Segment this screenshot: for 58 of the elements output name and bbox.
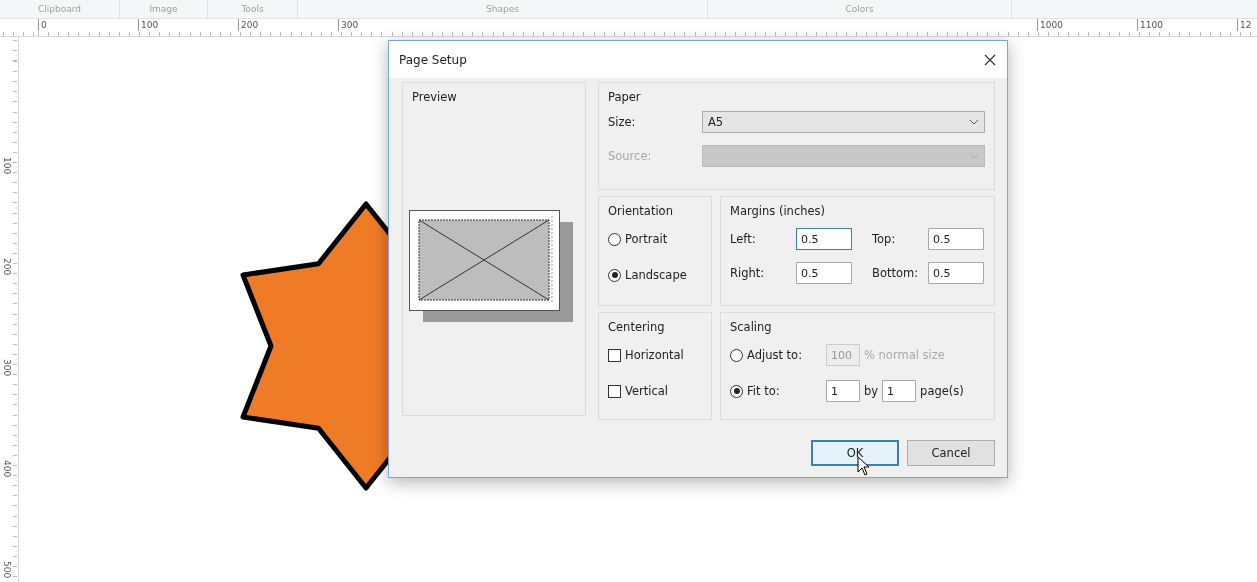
field-label: Source: [608, 149, 652, 163]
pointer-cursor-icon [857, 456, 871, 476]
checkbox[interactable] [608, 384, 621, 398]
ribbon-group-label: Clipboard [0, 0, 120, 18]
field-label: Bottom: [872, 266, 920, 280]
ruler-label: 300 [338, 19, 438, 31]
radio-button[interactable] [730, 384, 743, 398]
group-label: Orientation [608, 204, 673, 218]
radio-button[interactable] [608, 232, 621, 246]
field-label: Top: [872, 232, 897, 246]
radio-button[interactable] [730, 348, 743, 362]
ruler-label: 400 [2, 460, 12, 478]
cancel-button[interactable]: Cancel [907, 440, 995, 466]
ok-button[interactable]: OK [811, 440, 899, 466]
ruler-label: 500 [2, 561, 12, 579]
ruler-label: 100 [138, 19, 238, 31]
radio-label[interactable]: Portrait [625, 232, 668, 246]
field-label: Right: [730, 266, 766, 280]
field-label: Left: [730, 232, 757, 246]
unit-label: % normal size [864, 348, 945, 362]
ruler-label: 200 [238, 19, 338, 31]
chevron-down-icon [969, 153, 979, 159]
ruler-label: 300 [2, 359, 12, 377]
margin-input-field[interactable]: 0.5 [928, 228, 984, 250]
size-dropdown[interactable]: A5 [702, 111, 985, 133]
group-label: Margins (inches) [730, 204, 826, 218]
group-label: Paper [608, 90, 641, 104]
ruler-label: 100 [2, 157, 12, 175]
margin-input-field[interactable]: 0.5 [928, 262, 984, 284]
ribbon-group-label: Colors [708, 0, 1012, 18]
radio-label[interactable]: Fit to: [747, 384, 780, 398]
radio-label[interactable]: Adjust to: [747, 348, 803, 362]
ruler-label: 1000 [1037, 19, 1137, 31]
scaling-input-field[interactable]: 1 [882, 380, 917, 402]
group-label: Preview [412, 90, 458, 104]
ribbon-group-label: Image [120, 0, 208, 18]
ruler-label: 0 [38, 19, 138, 31]
unit-label: page(s) [920, 384, 964, 398]
margin-input-field[interactable]: 0.5 [796, 228, 852, 250]
close-icon [984, 53, 996, 66]
scaling-input-field[interactable]: 1 [826, 380, 860, 402]
radio-label[interactable]: Landscape [625, 268, 687, 282]
ruler-label: 1100 [1137, 19, 1237, 31]
group-label: Centering [608, 320, 665, 334]
group-label: Scaling [730, 320, 772, 334]
ribbon-group-label: Tools [208, 0, 298, 18]
radio-button[interactable] [608, 268, 621, 282]
chevron-down-icon [969, 119, 979, 125]
checkbox[interactable] [608, 348, 621, 362]
checkbox-label[interactable]: Horizontal [625, 348, 684, 362]
field-label: Size: [608, 115, 636, 129]
ruler-label: 12 [1237, 19, 1252, 31]
ruler-label: 200 [2, 258, 12, 276]
margin-input-field[interactable]: 0.5 [796, 262, 852, 284]
ribbon-group-label: Shapes [298, 0, 708, 18]
field-label: by [864, 384, 879, 398]
dialog-title: Page Setup [399, 52, 467, 67]
checkbox-label[interactable]: Vertical [625, 384, 669, 398]
